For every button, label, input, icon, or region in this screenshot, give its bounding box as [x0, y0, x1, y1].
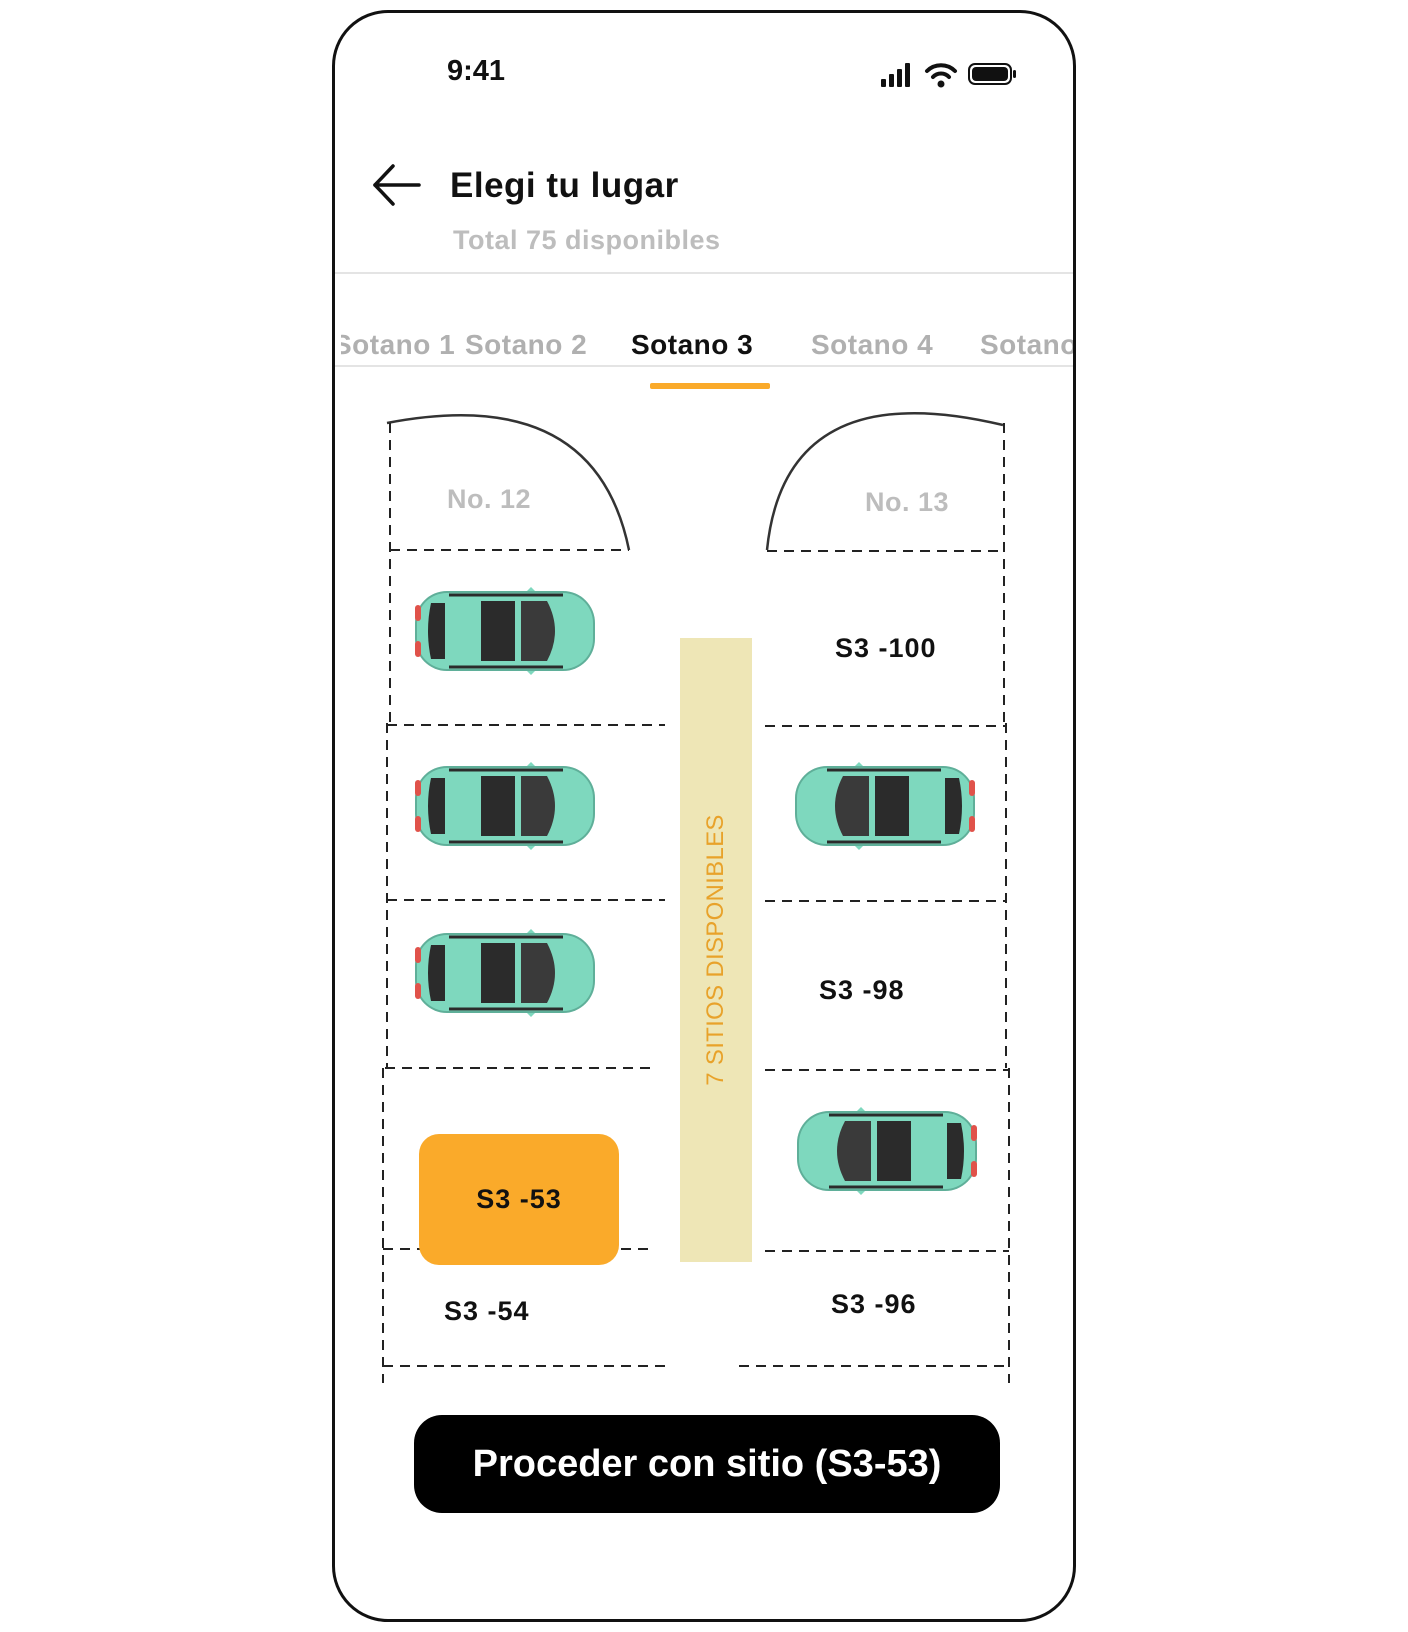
tab-sotano-3[interactable]: Sotano 3 — [631, 329, 753, 361]
tabs-left-edge — [335, 313, 341, 363]
status-icons — [881, 63, 1016, 88]
car-icon — [413, 758, 597, 854]
status-time: 9:41 — [447, 55, 506, 87]
exit-label-left: No. 12 — [447, 484, 532, 514]
battery-icon — [968, 63, 1016, 85]
slot-s3-53-selected[interactable]: S3 -53 — [419, 1134, 619, 1265]
tabs-divider — [335, 365, 1073, 367]
wifi-icon — [925, 63, 957, 88]
tab-sotano-2[interactable]: Sotano 2 — [465, 329, 587, 361]
exit-label-right: No. 13 — [865, 487, 950, 517]
active-tab-indicator — [650, 383, 770, 389]
car-icon — [413, 583, 597, 679]
proceed-button[interactable]: Proceder con sitio (S3-53) — [414, 1415, 1000, 1513]
door-arc-right — [765, 412, 1004, 551]
slot-s3-54[interactable]: S3 -54 — [444, 1296, 530, 1327]
slot-s3-98[interactable]: S3 -98 — [819, 975, 905, 1006]
level-tabs: Sotano 1 Sotano 2 Sotano 3 Sotano 4 Sota… — [335, 295, 1073, 391]
cellular-signal-icon — [881, 63, 910, 87]
available-count: Total 75 disponibles — [453, 225, 721, 255]
lane-availability-label: 7 SITIOS DISPONIBLES — [702, 814, 729, 1086]
back-arrow-icon[interactable] — [367, 155, 427, 215]
car-icon — [795, 1103, 979, 1199]
car-icon — [793, 758, 977, 854]
tab-sotano-4[interactable]: Sotano 4 — [811, 329, 933, 361]
page-title: Elegi tu lugar — [450, 166, 679, 205]
door-arc-left — [386, 414, 631, 551]
tab-sotano-1[interactable]: Sotano 1 — [335, 329, 455, 361]
slot-s3-96[interactable]: S3 -96 — [831, 1289, 917, 1320]
parking-map: No. 12 No. 13 7 SITIOS DISPONIBLES S3 -5… — [335, 403, 1073, 1443]
car-shape — [415, 587, 595, 675]
header-divider — [335, 272, 1073, 274]
slot-s3-100[interactable]: S3 -100 — [835, 633, 937, 664]
tab-sotano-5[interactable]: Sotano 5 — [980, 329, 1073, 361]
car-icon — [413, 925, 597, 1021]
phone-frame: 9:41 Elegi tu lugar Total 75 disponibles… — [332, 10, 1076, 1622]
